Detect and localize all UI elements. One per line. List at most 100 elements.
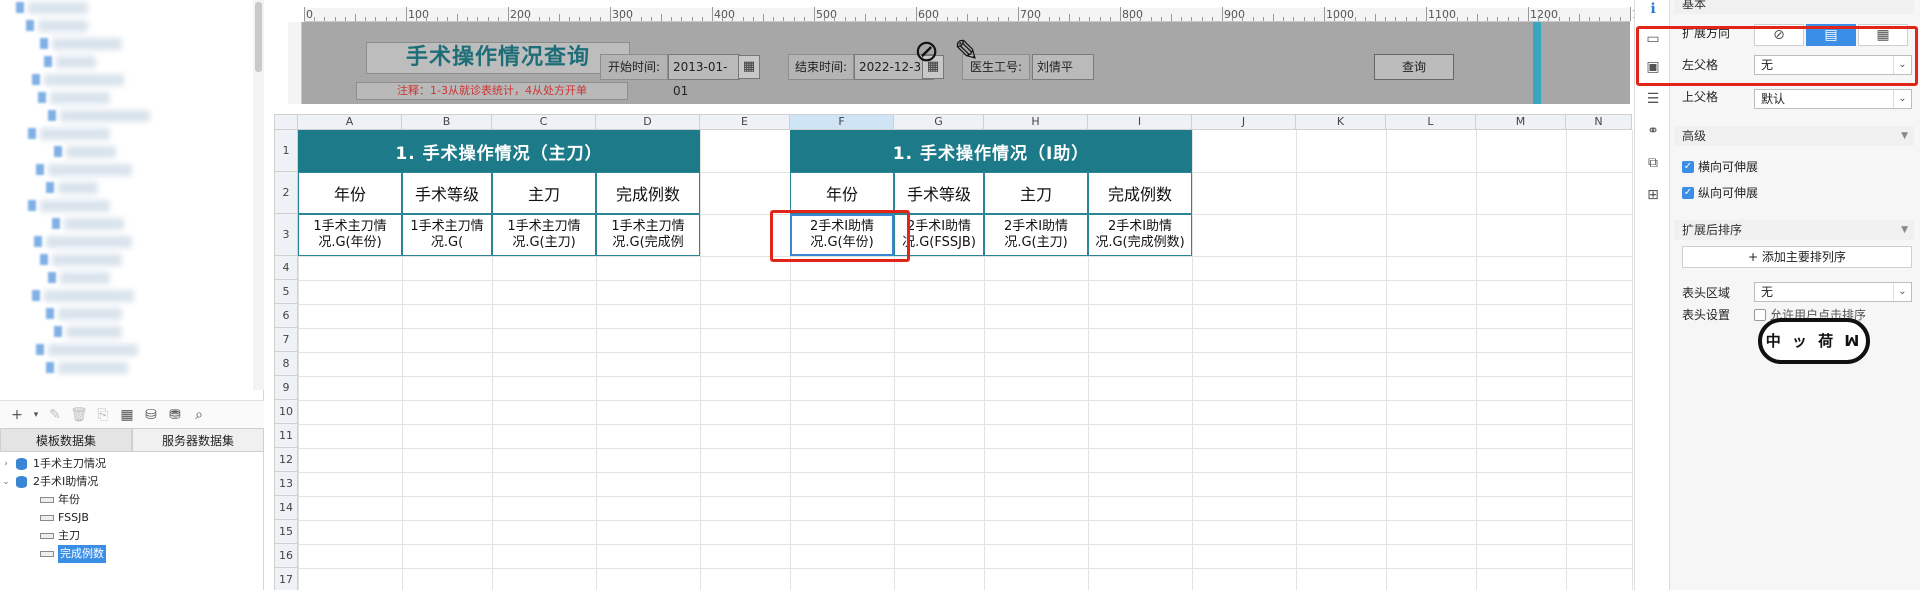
tab-server-datasets[interactable]: 服务器数据集	[132, 428, 264, 452]
copy-icon[interactable]: ⧉	[1644, 154, 1662, 172]
preview-icon[interactable]: ⎘	[94, 406, 112, 424]
chevron-down-icon[interactable]: ⌄	[1893, 90, 1911, 108]
tree-node-icon	[36, 344, 44, 355]
data-binding-cell[interactable]: 2手术I助情况.G(完成例数)	[1088, 214, 1192, 256]
horizontal-extend-checkbox[interactable]: ✓ 横向可伸展	[1682, 158, 1758, 175]
section-sort[interactable]: 扩展后排序 ▼	[1674, 220, 1914, 240]
add-sort-button[interactable]: + 添加主要排列序	[1682, 246, 1912, 268]
scroll-thumb[interactable]	[255, 2, 262, 72]
dropdown-icon[interactable]: ▾	[32, 406, 40, 424]
row-header[interactable]: 17	[274, 568, 298, 590]
row-header[interactable]: 9	[274, 376, 298, 400]
column-header[interactable]: G	[894, 114, 984, 130]
ruler-tick	[1130, 17, 1132, 21]
chevron-down-icon[interactable]: ⌄	[1893, 283, 1911, 301]
row-header[interactable]: 8	[274, 352, 298, 376]
search-icon[interactable]: ⌕	[190, 406, 208, 424]
edit-icon[interactable]: ✎	[46, 406, 64, 424]
column-title-cell[interactable]: 主刀	[984, 172, 1088, 214]
tree-icon[interactable]: ⊞	[1644, 186, 1662, 204]
column-header[interactable]: I	[1088, 114, 1192, 130]
check-icon[interactable]: ✓	[1682, 186, 1694, 199]
column-header[interactable]: M	[1476, 114, 1566, 130]
data-binding-cell[interactable]: 2手术I助情况.G(主刀)	[984, 214, 1088, 256]
checkbox-empty[interactable]	[1754, 308, 1766, 321]
check-icon[interactable]: ✓	[1682, 160, 1694, 173]
row-header[interactable]: 10	[274, 400, 298, 424]
column-title-cell[interactable]: 手术等级	[402, 172, 492, 214]
data-binding-cell[interactable]: 1手术主刀情况.G(完成例	[596, 214, 700, 256]
add-dataset-icon[interactable]: +	[8, 406, 26, 424]
row-header[interactable]: 5	[274, 280, 298, 304]
chevron-down-icon[interactable]: ▼	[1901, 126, 1908, 146]
row-header[interactable]: 11	[274, 424, 298, 448]
column-header[interactable]: H	[984, 114, 1088, 130]
pencil-icon[interactable]: ✎	[954, 34, 979, 69]
grid-corner[interactable]	[274, 114, 298, 130]
row-header[interactable]: 1	[274, 130, 298, 172]
column-title-cell[interactable]: 年份	[790, 172, 894, 214]
row-header[interactable]: 16	[274, 544, 298, 568]
column-title-cell[interactable]: 完成例数	[596, 172, 700, 214]
grid-line	[1632, 130, 1633, 590]
row-header[interactable]: 14	[274, 496, 298, 520]
column-title-cell[interactable]: 手术等级	[894, 172, 984, 214]
row-header[interactable]: 7	[274, 328, 298, 352]
column-header[interactable]: L	[1386, 114, 1476, 130]
left-scrollbar[interactable]	[253, 0, 264, 390]
condition-icon[interactable]: ☰	[1644, 90, 1662, 108]
dataset-item[interactable]: ⌄ 2手术I助情况	[0, 473, 264, 491]
data-binding-cell[interactable]: 1手术主刀情况.G(	[402, 214, 492, 256]
section-advanced[interactable]: 高级 ▼	[1674, 126, 1914, 146]
ruler-tick	[610, 7, 611, 21]
section-basic[interactable]: 基本	[1674, 0, 1914, 14]
start-time-field[interactable]: 2013-01-01	[668, 54, 740, 98]
row-header[interactable]: 3	[274, 214, 298, 256]
column-header[interactable]: D	[596, 114, 700, 130]
column-header[interactable]: A	[298, 114, 402, 130]
column-header[interactable]: F	[790, 114, 894, 130]
vertical-extend-checkbox[interactable]: ✓ 纵向可伸展	[1682, 184, 1758, 201]
row-header[interactable]: 4	[274, 256, 298, 280]
link-icon[interactable]: ⚭	[1644, 122, 1662, 140]
tab-template-datasets[interactable]: 模板数据集	[0, 428, 132, 452]
column-title-cell[interactable]: 主刀	[492, 172, 596, 214]
column-title-cell[interactable]: 年份	[298, 172, 402, 214]
report-title-right[interactable]: 1. 手术操作情况（I助）	[790, 130, 1192, 172]
field-item[interactable]: 主刀	[0, 527, 264, 545]
data-binding-cell[interactable]: 1手术主刀情况.G(主刀)	[492, 214, 596, 256]
chevron-down-icon[interactable]: ⌄	[0, 473, 12, 491]
column-header[interactable]: C	[492, 114, 596, 130]
ruler-tick	[895, 17, 897, 21]
chevron-down-icon[interactable]: ▼	[1901, 220, 1908, 240]
eye-slash-icon[interactable]: ⊘	[914, 34, 939, 69]
dataset-preview-icon[interactable]: ▦	[118, 406, 136, 424]
cell-attribute-icon[interactable]: ℹ	[1644, 0, 1662, 18]
row-header[interactable]: 15	[274, 520, 298, 544]
field-item-selected[interactable]: 完成例数	[0, 545, 264, 563]
database-settings-icon[interactable]: ⛃	[166, 406, 184, 424]
column-title-cell[interactable]: 完成例数	[1088, 172, 1192, 214]
top-parent-select[interactable]: 默认 ⌄	[1754, 89, 1912, 109]
report-title-left[interactable]: 1. 手术操作情况（主刀）	[298, 130, 700, 172]
data-binding-cell[interactable]: 1手术主刀情况.G(年份)	[298, 214, 402, 256]
dataset-item[interactable]: › 1手术主刀情况	[0, 455, 264, 473]
row-header[interactable]: 12	[274, 448, 298, 472]
delete-icon[interactable]: 🗑	[70, 406, 88, 424]
query-button[interactable]: 查询	[1374, 54, 1454, 80]
doctor-id-field[interactable]: 刘倩平	[1032, 54, 1094, 80]
database-icon[interactable]: ⛁	[142, 406, 160, 424]
calendar-icon[interactable]: ▦	[738, 55, 760, 79]
column-header[interactable]: J	[1192, 114, 1296, 130]
chevron-right-icon[interactable]: ›	[0, 455, 12, 473]
row-header[interactable]: 2	[274, 172, 298, 214]
column-header[interactable]: N	[1566, 114, 1632, 130]
column-header[interactable]: B	[402, 114, 492, 130]
column-header[interactable]: K	[1296, 114, 1386, 130]
column-header[interactable]: E	[700, 114, 790, 130]
field-item[interactable]: 年份	[0, 491, 264, 509]
row-header[interactable]: 6	[274, 304, 298, 328]
header-area-select[interactable]: 无 ⌄	[1754, 282, 1912, 302]
field-item[interactable]: FSSJB	[0, 509, 264, 527]
row-header[interactable]: 13	[274, 472, 298, 496]
